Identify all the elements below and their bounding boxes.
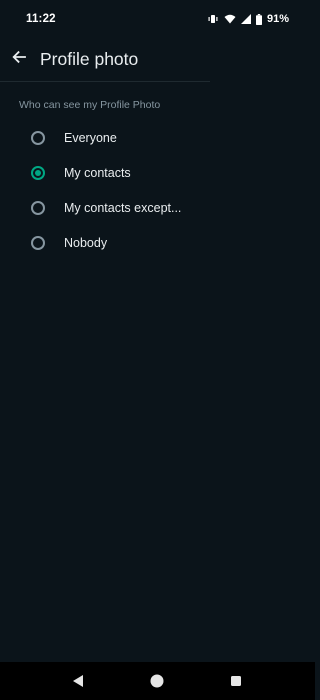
option-my-contacts[interactable]: My contacts — [0, 155, 315, 190]
option-everyone[interactable]: Everyone — [0, 120, 315, 155]
privacy-options-list: Everyone My contacts My contacts except.… — [0, 120, 315, 260]
status-icons: 91% — [207, 13, 289, 25]
section-label: Who can see my Profile Photo — [19, 99, 161, 111]
nav-recents-icon[interactable] — [231, 676, 241, 686]
vibrate-icon — [207, 14, 219, 24]
cellular-signal-icon — [240, 14, 251, 24]
arrow-left-icon — [11, 49, 27, 70]
nav-back-icon[interactable] — [73, 675, 83, 687]
option-my-contacts-except[interactable]: My contacts except... — [0, 190, 315, 225]
status-time: 11:22 — [26, 13, 56, 25]
radio-button[interactable] — [31, 235, 45, 250]
radio-button[interactable] — [31, 130, 45, 145]
nav-home-icon[interactable] — [150, 674, 164, 688]
wifi-icon — [224, 14, 236, 24]
screen: 11:22 91% Profile photo Who can see my P… — [0, 0, 315, 700]
option-label: Nobody — [64, 235, 108, 250]
page-title: Profile photo — [40, 49, 139, 69]
battery-percent: 91% — [266, 13, 289, 25]
option-label: My contacts — [64, 165, 131, 180]
radio-button-selected[interactable] — [31, 165, 45, 180]
back-button[interactable] — [1, 42, 37, 78]
option-label: Everyone — [64, 130, 117, 145]
option-nobody[interactable]: Nobody — [0, 225, 315, 260]
option-label: My contacts except... — [64, 200, 182, 215]
app-header: Profile photo — [0, 38, 210, 82]
status-bar: 11:22 91% — [0, 0, 315, 38]
battery-icon — [255, 13, 262, 25]
radio-button[interactable] — [31, 200, 45, 215]
system-nav-bar — [0, 662, 315, 700]
